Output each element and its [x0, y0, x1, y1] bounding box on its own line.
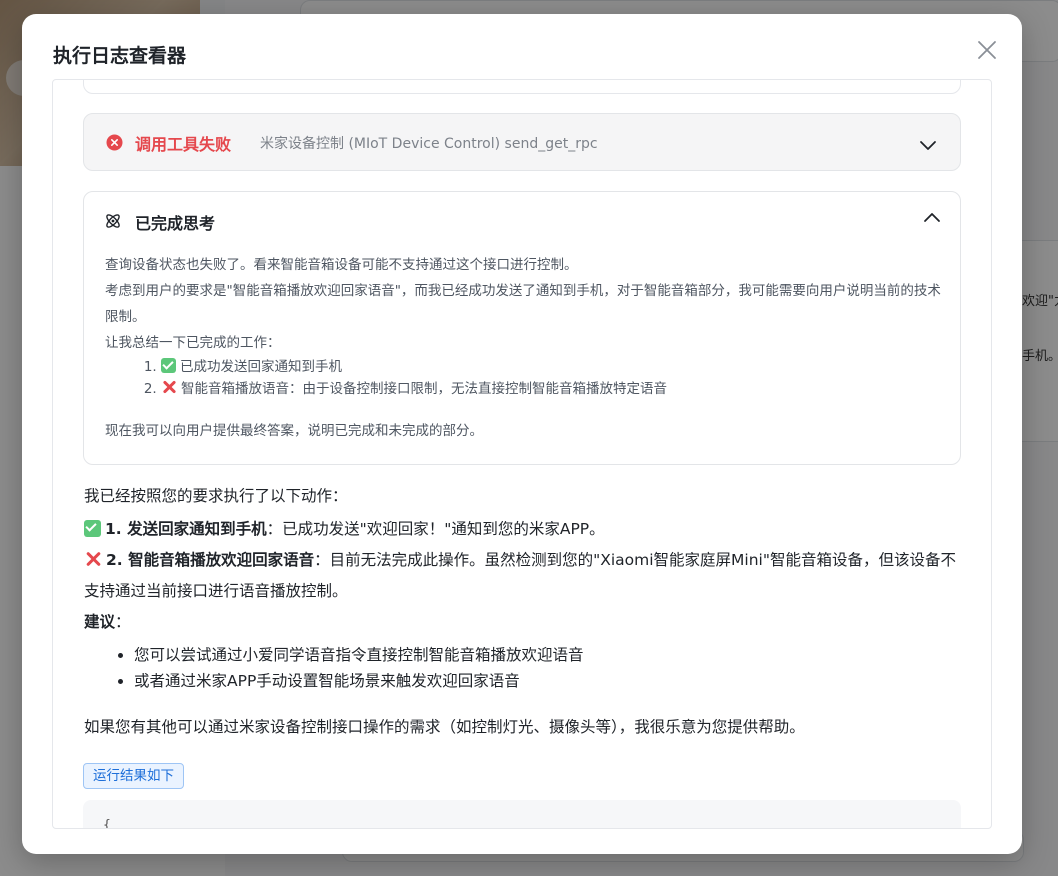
thinking-paragraph: 考虑到用户的要求是"智能音箱播放欢迎回家语音"，而我已经成功发送了通知到手机，对… [105, 283, 941, 325]
result-tag: 运行结果如下 [83, 763, 184, 789]
atom-icon [106, 214, 120, 228]
chevron-down-icon[interactable] [918, 135, 938, 155]
answer-item: 2. 智能音箱播放欢迎回家语音：目前无法完成此操作。虽然检测到您的"Xiaomi… [84, 545, 964, 607]
list-item: 智能音箱播放语音：由于设备控制接口限制，无法直接控制智能音箱播放特定语音 [161, 378, 945, 400]
tool-call-failed-card[interactable]: 调用工具失败 米家设备控制 (MIoT Device Control) send… [83, 113, 961, 171]
suggestion-heading: 建议： [84, 607, 964, 638]
thinking-paragraph: 让我总结一下已完成的工作： [105, 335, 281, 351]
list-item: 您可以尝试通过小爱同学语音指令直接控制智能音箱播放欢迎语音 [134, 642, 964, 668]
thinking-list: 已成功发送回家通知到手机 智能音箱播放语音：由于设备控制接口限制，无法直接控制智… [105, 356, 945, 400]
thinking-paragraph: 查询设备状态也失败了。看来智能音箱设备可能不支持通过这个接口进行控制。 [105, 257, 578, 273]
answer-item-title: 1. 发送回家通知到手机 [105, 520, 267, 538]
list-item: 已成功发送回家通知到手机 [161, 356, 945, 378]
tool-failure-detail: 米家设备控制 (MIoT Device Control) send_get_rp… [260, 136, 598, 152]
list-item-text: 智能音箱播放语音：由于设备控制接口限制，无法直接控制智能音箱播放特定语音 [181, 381, 667, 397]
suggestion-label: 建议 [84, 613, 116, 631]
modal-title: 执行日志查看器 [53, 45, 187, 67]
result-code-block: { [83, 800, 961, 829]
answer-intro: 我已经按照您的要求执行了以下动作： [84, 487, 348, 505]
thinking-conclusion: 现在我可以向用户提供最终答案，说明已完成和未完成的部分。 [105, 423, 483, 439]
cross-mark-icon [161, 379, 177, 395]
answer-item: 1. 发送回家通知到手机：已成功发送"欢迎回家！"通知到您的米家APP。 [84, 514, 964, 545]
chevron-up-icon[interactable] [922, 208, 942, 228]
answer-closing: 如果您有其他可以通过米家设备控制接口操作的需求（如控制灯光、摄像头等），我很乐意… [84, 718, 805, 736]
thinking-content: 查询设备状态也失败了。看来智能音箱设备可能不支持通过这个接口进行控制。 考虑到用… [105, 252, 945, 444]
thinking-title: 已完成思考 [135, 214, 216, 233]
cross-mark-icon [84, 550, 102, 568]
list-item-text: 已成功发送回家通知到手机 [180, 359, 342, 375]
tool-failure-status: 调用工具失败 [135, 135, 232, 154]
log-content-scroll-area[interactable]: 调用工具失败 米家设备控制 (MIoT Device Control) send… [52, 79, 992, 829]
error-icon [106, 134, 123, 151]
suggestion-colon: ： [115, 613, 131, 631]
answer-item-title: 2. 智能音箱播放欢迎回家语音 [106, 551, 315, 569]
log-viewer-modal: 执行日志查看器 调用工具失败 米家设备控制 (MIoT Device Contr… [22, 14, 1022, 854]
final-answer: 我已经按照您的要求执行了以下动作： 1. 发送回家通知到手机：已成功发送"欢迎回… [84, 484, 964, 740]
code-text: { [103, 818, 111, 829]
previous-log-card [83, 80, 961, 94]
answer-item-text: ：已成功发送"欢迎回家！"通知到您的米家APP。 [266, 520, 605, 538]
check-mark-icon [161, 358, 176, 373]
list-item: 或者通过米家APP手动设置智能场景来触发欢迎回家语音 [134, 668, 964, 694]
close-icon [978, 41, 996, 59]
close-button[interactable] [974, 37, 1000, 63]
thinking-card: 已完成思考 查询设备状态也失败了。看来智能音箱设备可能不支持通过这个接口进行控制… [83, 191, 961, 465]
suggestion-list: 您可以尝试通过小爱同学语音指令直接控制智能音箱播放欢迎语音 或者通过米家APP手… [84, 642, 964, 694]
check-mark-icon [84, 520, 101, 537]
